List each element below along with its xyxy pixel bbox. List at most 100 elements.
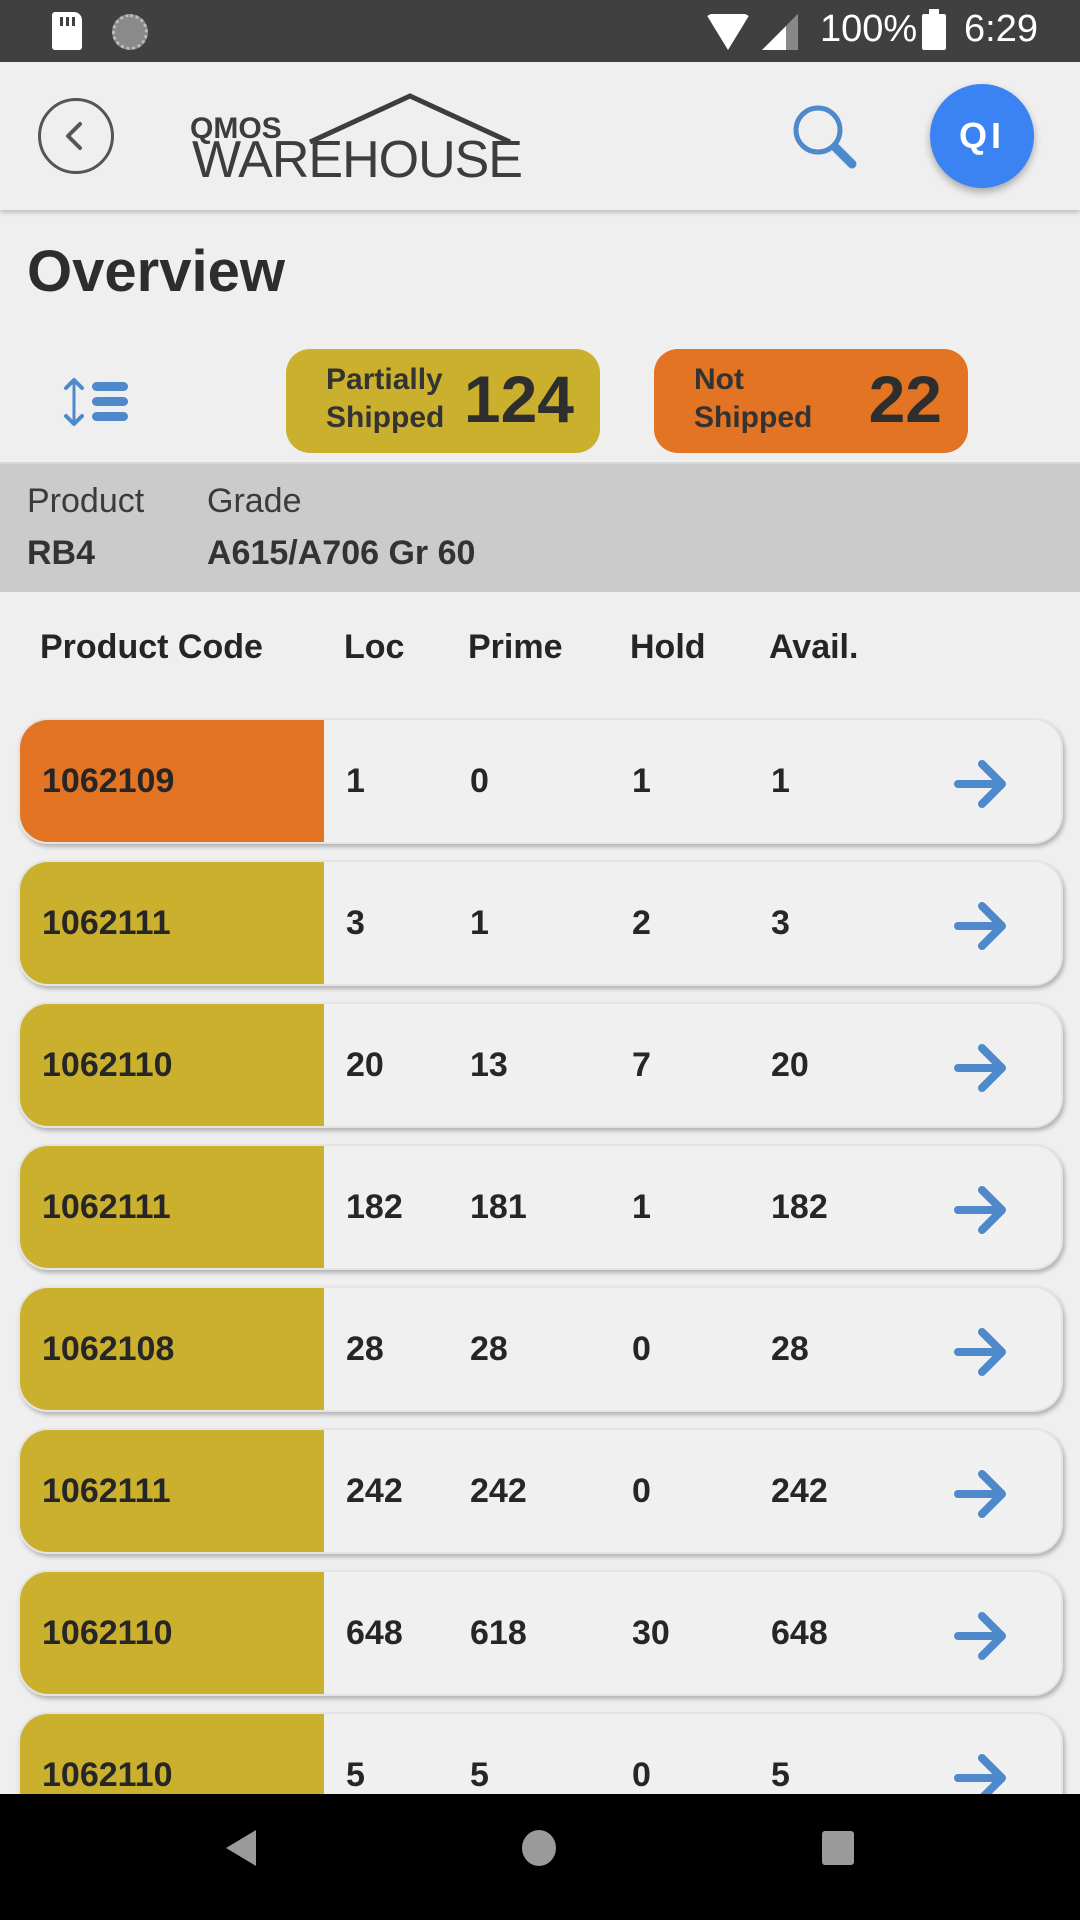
arrow-right-icon[interactable] (954, 1182, 1010, 1238)
arrow-right-icon[interactable] (954, 1750, 1010, 1794)
label-line2: Shipped (326, 401, 445, 434)
hold-cell: 7 (632, 1045, 651, 1084)
product-value: RB4 (27, 534, 96, 572)
label-line2: Shipped (694, 401, 813, 434)
page-title: Overview (27, 239, 285, 304)
hold-cell: 0 (632, 1329, 651, 1368)
hold-cell: 1 (632, 1187, 651, 1226)
hold-cell: 2 (632, 903, 651, 942)
wifi-icon (706, 14, 750, 50)
avail-cell: 28 (771, 1329, 809, 1368)
column-header-hold[interactable]: Hold (630, 628, 706, 667)
app-logo: QMOS WAREHOUSE (190, 84, 523, 189)
product-code-cell: 1062111 (20, 1146, 324, 1268)
label-line1: Partially (326, 363, 443, 396)
loc-cell: 1 (346, 761, 365, 800)
loc-cell: 5 (346, 1755, 365, 1794)
avail-cell: 1 (771, 761, 790, 800)
product-code-cell: 1062110 (20, 1714, 324, 1794)
partially-shipped-label: Partially Shipped (326, 361, 444, 437)
product-list[interactable]: 1062109 1 0 1 1 1062111 3 1 2 3 1062110 20 13 7 20 1062… (0, 718, 1080, 1794)
product-code-cell: 1062109 (20, 720, 324, 842)
partially-shipped-count: 124 (463, 362, 574, 436)
hold-cell: 30 (632, 1613, 670, 1652)
prime-cell: 181 (470, 1187, 527, 1226)
loc-cell: 182 (346, 1187, 403, 1226)
product-info-bar: Product RB4 Grade A615/A706 Gr 60 (0, 462, 1080, 592)
clock: 6:29 (964, 8, 1038, 50)
product-code-cell: 1062111 (20, 1430, 324, 1552)
arrow-right-icon[interactable] (954, 1466, 1010, 1522)
sync-icon (112, 14, 148, 50)
hold-cell: 1 (632, 761, 651, 800)
arrow-right-icon[interactable] (954, 1324, 1010, 1380)
loc-cell: 242 (346, 1471, 403, 1510)
logo-text-bottom: WAREHOUSE (192, 131, 523, 189)
search-icon (793, 105, 857, 169)
sort-list-icon (64, 378, 128, 426)
table-row[interactable]: 1062110 20 13 7 20 (18, 1002, 1063, 1128)
prime-cell: 0 (470, 761, 489, 800)
avatar-initials: QI (958, 115, 1005, 156)
table-row[interactable]: 1062111 182 181 1 182 (18, 1144, 1063, 1270)
status-bar: 100% 6:29 (0, 0, 1080, 62)
sort-button[interactable] (62, 376, 138, 428)
arrow-right-icon[interactable] (954, 756, 1010, 812)
avail-cell: 3 (771, 903, 790, 942)
table-row[interactable]: 1062110 5 5 0 5 (18, 1712, 1063, 1794)
hold-cell: 0 (632, 1471, 651, 1510)
not-shipped-count: 22 (868, 362, 942, 436)
partially-shipped-filter[interactable]: Partially Shipped 124 (286, 349, 600, 453)
not-shipped-label: Not Shipped (694, 361, 812, 437)
hold-cell: 0 (632, 1755, 651, 1794)
loc-cell: 20 (346, 1045, 384, 1084)
product-code-cell: 1062111 (20, 862, 324, 984)
avail-cell: 648 (771, 1613, 828, 1652)
prime-cell: 242 (470, 1471, 527, 1510)
product-code-cell: 1062110 (20, 1572, 324, 1694)
nav-back-icon[interactable] (226, 1830, 256, 1866)
grade-label: Grade (207, 482, 302, 520)
chevron-left-icon (66, 122, 82, 150)
column-header-product-code[interactable]: Product Code (40, 628, 263, 667)
avail-cell: 5 (771, 1755, 790, 1794)
table-row[interactable]: 1062108 28 28 0 28 (18, 1286, 1063, 1412)
battery-percent: 100% (820, 8, 918, 50)
prime-cell: 28 (470, 1329, 508, 1368)
table-row[interactable]: 1062111 3 1 2 3 (18, 860, 1063, 986)
label-line1: Not (694, 363, 744, 396)
loc-cell: 3 (346, 903, 365, 942)
back-button[interactable] (38, 98, 114, 174)
product-code-cell: 1062110 (20, 1004, 324, 1126)
prime-cell: 1 (470, 903, 489, 942)
search-button[interactable] (788, 100, 864, 176)
prime-cell: 5 (470, 1755, 489, 1794)
table-row[interactable]: 1062109 1 0 1 1 (18, 718, 1063, 844)
prime-cell: 13 (470, 1045, 508, 1084)
loc-cell: 28 (346, 1329, 384, 1368)
column-header-avail[interactable]: Avail. (769, 628, 858, 667)
arrow-right-icon[interactable] (954, 1040, 1010, 1096)
grade-value: A615/A706 Gr 60 (207, 534, 476, 572)
nav-recents-icon[interactable] (822, 1831, 854, 1865)
column-header-prime[interactable]: Prime (468, 628, 563, 667)
arrow-right-icon[interactable] (954, 1608, 1010, 1664)
nav-home-icon[interactable] (522, 1830, 556, 1866)
avail-cell: 20 (771, 1045, 809, 1084)
avail-cell: 242 (771, 1471, 828, 1510)
battery-icon (922, 9, 946, 50)
prime-cell: 618 (470, 1613, 527, 1652)
column-header-loc[interactable]: Loc (344, 628, 404, 667)
user-avatar[interactable]: QI (930, 84, 1034, 188)
app-bar: QMOS WAREHOUSE QI (0, 62, 1080, 210)
table-row[interactable]: 1062111 242 242 0 242 (18, 1428, 1063, 1554)
navigation-bar (0, 1794, 1080, 1920)
product-code-cell: 1062108 (20, 1288, 324, 1410)
table-row[interactable]: 1062110 648 618 30 648 (18, 1570, 1063, 1696)
not-shipped-filter[interactable]: Not Shipped 22 (654, 349, 968, 453)
arrow-right-icon[interactable] (954, 898, 1010, 954)
sd-card-icon (52, 12, 82, 50)
loc-cell: 648 (346, 1613, 403, 1652)
product-label: Product (27, 482, 145, 520)
avail-cell: 182 (771, 1187, 828, 1226)
